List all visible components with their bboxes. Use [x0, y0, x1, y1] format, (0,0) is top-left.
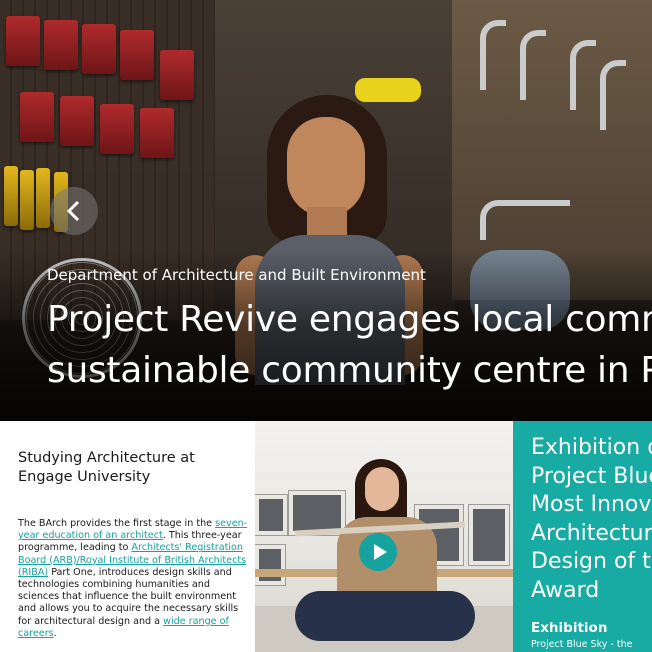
- hero-photo-item: [100, 104, 134, 154]
- hero-photo-item: [44, 20, 78, 70]
- exhibition-title-line: Most Innova: [531, 492, 652, 517]
- hero-photo-item: [120, 30, 154, 80]
- hero-headline[interactable]: Project Revive engages local commun sust…: [47, 294, 652, 396]
- hero-photo-item: [82, 24, 116, 74]
- hero-photo-faucet: [600, 60, 626, 130]
- card-title: Studying Architecture at Engage Universi…: [18, 450, 195, 485]
- exhibition-title-line: Project Blue: [531, 463, 652, 489]
- card-body-text: The BArch provides the first stage in th…: [18, 518, 250, 640]
- hero-photo-faucet: [570, 40, 596, 110]
- hero-photo-item: [160, 50, 194, 100]
- exhibition-title-line: Award: [531, 577, 600, 603]
- hero-photo-item: [6, 16, 40, 66]
- exhibition-title[interactable]: Exhibition o Project Blue Most Innova Ar…: [531, 434, 652, 605]
- hero-prev-button[interactable]: [50, 187, 98, 235]
- hero-photo-faucet: [480, 20, 506, 90]
- hero-photo-item: [140, 108, 174, 158]
- hero-photo-item: [20, 170, 34, 230]
- exhibition-title-line: Exhibition o: [531, 435, 652, 460]
- video-photo-person: [295, 591, 475, 641]
- play-icon: [374, 544, 387, 560]
- video-card[interactable]: [255, 421, 513, 652]
- chevron-left-icon: [66, 200, 80, 222]
- gallery-frame: [468, 504, 510, 566]
- exhibition-title-line: Architectur: [531, 520, 652, 546]
- hero-photo-faucet: [520, 30, 546, 100]
- hero-photo-item: [4, 166, 18, 226]
- exhibition-title-line: Design of th: [531, 549, 652, 574]
- play-button[interactable]: [359, 533, 397, 571]
- body-text-segment: .: [53, 627, 57, 639]
- hero-photo-item: [36, 168, 50, 228]
- exhibition-tag: Exhibition: [531, 620, 608, 636]
- hero-photo-item: [60, 96, 94, 146]
- exhibition-subtitle: Project Blue Sky - the: [531, 639, 633, 650]
- video-photo-person: [365, 467, 399, 511]
- hero-banner[interactable]: Department of Architecture and Built Env…: [0, 0, 652, 421]
- hero-headline-line: sustainable community centre in Parit: [47, 350, 652, 391]
- hero-photo-item: [20, 92, 54, 142]
- gallery-frame: [255, 544, 286, 586]
- hero-department-label[interactable]: Department of Architecture and Built Env…: [47, 266, 426, 284]
- exhibition-card[interactable]: Exhibition o Project Blue Most Innova Ar…: [513, 421, 652, 652]
- gallery-frame: [255, 494, 288, 536]
- hero-headline-line: Project Revive engages local commun: [47, 299, 652, 340]
- hero-photo-faucet: [480, 200, 570, 240]
- body-text-segment: The BArch provides the first stage in th…: [18, 518, 216, 529]
- study-architecture-card: Studying Architecture at Engage Universi…: [0, 421, 255, 652]
